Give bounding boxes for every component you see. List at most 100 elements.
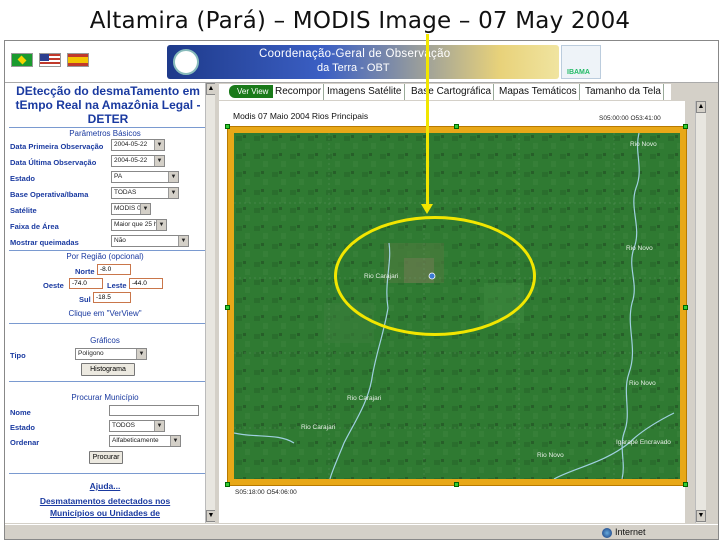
security-zone: Internet	[615, 527, 646, 537]
chevron-down-icon: ▼	[170, 436, 180, 446]
leste-label: Leste	[107, 281, 127, 290]
app-title: DEtecção do desmaTamento em tEmpo Real n…	[15, 84, 201, 126]
scroll-down-icon[interactable]: ▼	[696, 510, 706, 522]
params-section-title: Parâmetros Básicos	[69, 129, 141, 138]
sul-input[interactable]: -18.5	[93, 292, 131, 303]
chevron-down-icon: ▼	[178, 236, 188, 246]
satellite-select[interactable]: MODIS 07 ▼	[111, 203, 151, 215]
field-label-base: Base Operativa/Ibama	[10, 190, 89, 199]
municipio-section-title: Procurar Município	[71, 393, 139, 402]
map-title: Modis 07 Maio 2004 Rios Principais	[233, 111, 369, 121]
content-scrollbar[interactable]: ▲ ▼	[695, 101, 706, 523]
status-bar: Internet	[5, 524, 718, 539]
tab-tamanho-tela[interactable]: Tamanho da Tela	[583, 84, 664, 100]
resize-handle[interactable]	[225, 305, 230, 310]
tab-imagens-satelite[interactable]: Imagens Satélite	[325, 84, 405, 100]
resize-handle[interactable]	[683, 305, 688, 310]
deforestation-link-line1[interactable]: Desmatamentos detectados nos	[5, 496, 205, 506]
help-link[interactable]: Ajuda...	[5, 481, 205, 491]
inpe-logo-icon	[173, 49, 199, 75]
river-label: Rio Novo	[630, 141, 657, 148]
window-edge	[707, 84, 718, 524]
tipo-select[interactable]: Polígono ▼	[75, 348, 147, 360]
state-select[interactable]: PA ▼	[111, 171, 179, 183]
map-coord-top: S05:00:00 O53:41:00	[599, 115, 661, 122]
left-panel: DEtecção do desmaTamento em tEmpo Real n…	[5, 83, 215, 523]
chevron-down-icon: ▼	[154, 421, 164, 431]
norte-label: Norte	[75, 267, 95, 276]
resize-handle[interactable]	[454, 482, 459, 487]
ibama-logo: IBAMA	[561, 45, 601, 79]
resize-handle[interactable]	[683, 482, 688, 487]
fires-select[interactable]: Não ▼	[111, 235, 189, 247]
ordenar-select[interactable]: Alfabeticamente ▼	[109, 435, 181, 447]
estado-label: Estado	[10, 423, 36, 432]
chevron-down-icon: ▼	[140, 204, 150, 214]
region-hint: Clique em "VerView"	[68, 309, 142, 318]
first-date-select[interactable]: 2004-05-22 ▼	[111, 139, 165, 151]
field-label-state: Estado	[10, 174, 36, 183]
chevron-down-icon: ▼	[156, 220, 166, 230]
globe-icon	[602, 528, 612, 538]
last-date-select[interactable]: 2004-05-22 ▼	[111, 155, 165, 167]
field-label-last-date: Data Última Observação	[10, 158, 97, 167]
usa-flag-icon[interactable]	[39, 53, 61, 67]
chevron-down-icon: ▼	[136, 349, 146, 359]
scroll-down-icon[interactable]: ▼	[206, 510, 215, 522]
field-label-first-date: Data Primeira Observação	[10, 142, 104, 151]
slide-title: Altamira (Pará) – MODIS Image – 07 May 2…	[89, 8, 631, 34]
oeste-label: Oeste	[43, 281, 64, 290]
banner-line1: Coordenação-Geral de Observação	[259, 48, 451, 60]
river-label: Rio Novo	[537, 452, 564, 459]
deforestation-link-line2[interactable]: Municípios ou Unidades de	[5, 508, 205, 518]
brazil-flag-icon[interactable]	[11, 53, 33, 67]
left-scrollbar[interactable]: ▲ ▼	[205, 83, 215, 523]
obt-banner: Coordenação-Geral de Observação da Terra…	[167, 45, 559, 79]
header-banner: Coordenação-Geral de Observação da Terra…	[5, 41, 718, 83]
search-municipio-button[interactable]: Procurar	[89, 451, 123, 464]
spain-flag-icon[interactable]	[67, 53, 89, 67]
histogram-button[interactable]: Histograma	[81, 363, 135, 376]
leste-input[interactable]: -44.0	[129, 278, 163, 289]
annotation-arrowhead	[421, 204, 433, 214]
field-label-satellite: Satélite	[10, 206, 37, 215]
chevron-down-icon: ▼	[168, 172, 178, 182]
nome-label: Nome	[10, 408, 31, 417]
scroll-up-icon[interactable]: ▲	[206, 83, 215, 95]
section-divider	[9, 127, 205, 128]
tab-recompor[interactable]: Recompor	[273, 84, 325, 100]
estado-select[interactable]: TODOS ▼	[109, 420, 165, 432]
resize-handle[interactable]	[225, 124, 230, 129]
section-divider	[9, 250, 205, 251]
river-label: Rio Carajari	[301, 424, 336, 431]
base-select[interactable]: TODAS ▼	[111, 187, 179, 199]
tab-bar: Ver View Recompor Imagens Satélite Base …	[219, 84, 671, 100]
norte-input[interactable]: -8.0	[97, 264, 131, 275]
chevron-down-icon: ▼	[154, 156, 164, 166]
area-select[interactable]: Maior que 25 ha ▼	[111, 219, 167, 231]
oeste-input[interactable]: -74.0	[69, 278, 103, 289]
annotation-arrow	[426, 34, 429, 208]
map-coord-bottom: S05:18:00 O54:06:00	[235, 489, 297, 496]
section-divider	[9, 381, 205, 382]
field-label-area: Faixa de Área	[10, 222, 59, 231]
resize-handle[interactable]	[683, 124, 688, 129]
section-divider	[9, 323, 205, 324]
graphs-section-title: Gráficos	[90, 336, 120, 345]
river-label: Rio Novo	[629, 380, 656, 387]
nome-input[interactable]	[109, 405, 199, 416]
tab-ver-view[interactable]: Ver View	[229, 85, 273, 98]
scroll-up-icon[interactable]: ▲	[696, 101, 706, 113]
section-divider	[9, 473, 205, 474]
banner-line2: da Terra - OBT	[317, 62, 390, 74]
tab-mapas-tematicos[interactable]: Mapas Temáticos	[497, 84, 580, 100]
tab-base-cartografica[interactable]: Base Cartográfica	[409, 84, 495, 100]
chevron-down-icon: ▼	[154, 140, 164, 150]
river-label: Rio Carajari	[347, 395, 382, 402]
resize-handle[interactable]	[225, 482, 230, 487]
chevron-down-icon: ▼	[168, 188, 178, 198]
resize-handle[interactable]	[454, 124, 459, 129]
field-label-fires: Mostrar queimadas	[10, 238, 79, 247]
tipo-label: Tipo	[10, 351, 26, 360]
river-label: Rio Novo	[626, 245, 653, 252]
